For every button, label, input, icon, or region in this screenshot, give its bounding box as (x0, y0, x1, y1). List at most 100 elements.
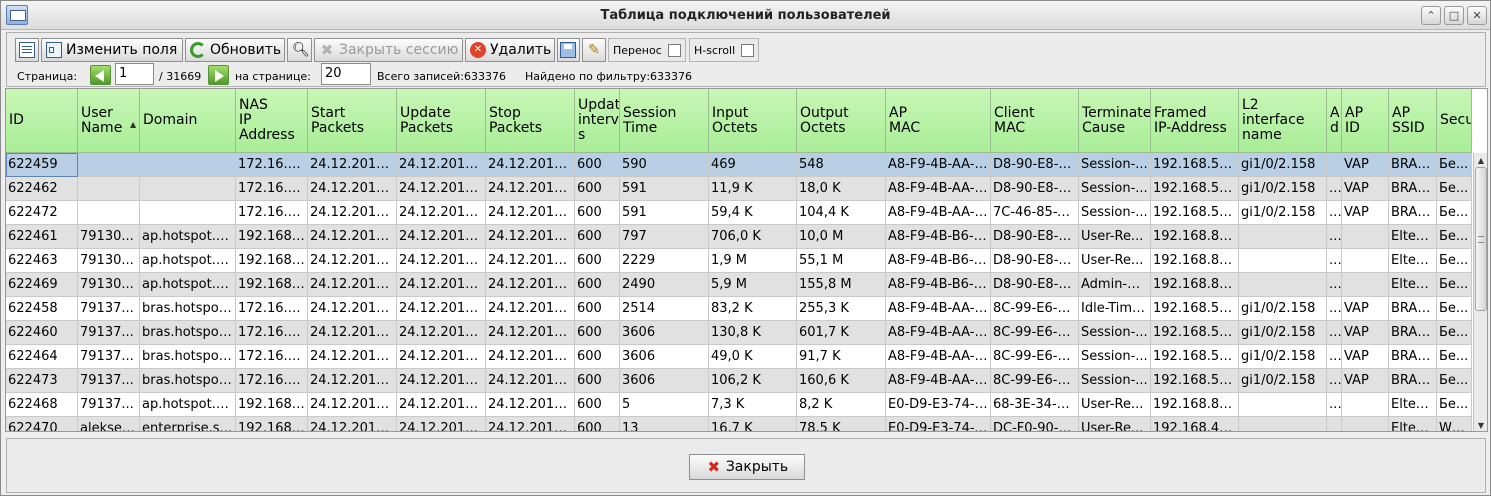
cell-stop-packets[interactable]: 24.12.2018... (486, 273, 575, 297)
close-button[interactable]: ✖ Закрыть (689, 454, 805, 480)
cell-input-octets[interactable]: 706,0 K (709, 225, 797, 249)
cell-client-mac[interactable]: 8C-99-E6-3... (991, 345, 1079, 369)
cell-update-packets[interactable]: 24.12.2018... (397, 393, 486, 417)
cell-l2-interface[interactable] (1239, 417, 1327, 431)
cell-security[interactable]: Бе... (1437, 201, 1472, 225)
cell-id[interactable]: 622462 (6, 177, 78, 201)
column-header-ap-mac[interactable]: AP MAC (886, 89, 991, 153)
table-row[interactable]: 622460 79137... bras.hotspot... 172.16.0...… (6, 321, 1472, 345)
cell-ad[interactable]: ... (1327, 273, 1342, 297)
cell-security[interactable]: Бе... (1437, 225, 1472, 249)
search-button[interactable]: 🔍︎ (287, 38, 312, 62)
cell-ap-mac[interactable]: A8-F9-4B-AA-5... (886, 297, 991, 321)
title-bar[interactable]: Таблица подключений пользователей ⌃ □ ✕ (1, 1, 1490, 30)
cell-session-time[interactable]: 590 (620, 153, 709, 177)
cell-id[interactable]: 622461 (6, 225, 78, 249)
cell-framed-ip[interactable]: 192.168.53... (1151, 321, 1239, 345)
column-header-update-interval[interactable]: Updat interv s (575, 89, 620, 153)
cell-ad[interactable]: ... (1327, 225, 1342, 249)
cell-input-octets[interactable]: 83,2 K (709, 297, 797, 321)
cell-ad[interactable]: ... (1327, 393, 1342, 417)
cell-output-octets[interactable]: 548 (797, 153, 886, 177)
cell-start-packets[interactable]: 24.12.2018... (308, 417, 397, 431)
cell-nas-ip[interactable]: 172.16.0... (236, 177, 308, 201)
cell-security[interactable]: Бе... (1437, 369, 1472, 393)
cell-domain[interactable] (140, 177, 236, 201)
cell-security[interactable]: Бе... (1437, 249, 1472, 273)
cell-client-mac[interactable]: 7C-46-85-B... (991, 201, 1079, 225)
cell-ap-id[interactable]: VAP (1342, 297, 1389, 321)
cell-input-octets[interactable]: 11,9 K (709, 177, 797, 201)
cell-nas-ip[interactable]: 172.16.0... (236, 153, 308, 177)
cell-ap-mac[interactable]: A8-F9-4B-B6-0... (886, 273, 991, 297)
cell-nas-ip[interactable]: 192.168.... (236, 417, 308, 431)
cell-input-octets[interactable]: 130,8 K (709, 321, 797, 345)
refresh-button[interactable]: Обновить (185, 38, 285, 62)
cell-update-packets[interactable]: 24.12.2018... (397, 225, 486, 249)
cell-ap-ssid[interactable]: BRAS... (1389, 321, 1437, 345)
cell-ad[interactable]: ... (1327, 297, 1342, 321)
cell-ad[interactable] (1327, 417, 1342, 431)
table-row[interactable]: 622462 172.16.0... 24.12.2018... 24.12.2018… (6, 177, 1472, 201)
table-row[interactable]: 622469 79130... ap.hotspot.s... 192.168....… (6, 273, 1472, 297)
cell-user-name[interactable]: 79130... (78, 225, 140, 249)
cell-id[interactable]: 622459 (6, 153, 78, 177)
cell-update-packets[interactable]: 24.12.2018... (397, 345, 486, 369)
cell-ad[interactable]: ... (1327, 369, 1342, 393)
column-header-ap-ssid[interactable]: AP SSID (1389, 89, 1437, 153)
cell-ap-mac[interactable]: A8-F9-4B-B6-0... (886, 225, 991, 249)
cell-ad[interactable]: ... (1327, 345, 1342, 369)
cell-domain[interactable]: ap.hotspot.s... (140, 249, 236, 273)
cell-stop-packets[interactable]: 24.12.2018... (486, 321, 575, 345)
column-header-framed-ip[interactable]: Framed IP-Address (1151, 89, 1239, 153)
cell-client-mac[interactable]: 8C-99-E6-3... (991, 321, 1079, 345)
cell-start-packets[interactable]: 24.12.2018... (308, 369, 397, 393)
table-row[interactable]: 622461 79130... ap.hotspot.s... 192.168....… (6, 225, 1472, 249)
cell-ap-mac[interactable]: E0-D9-E3-74-8... (886, 393, 991, 417)
cell-l2-interface[interactable]: gi1/0/2.158 (1239, 177, 1327, 201)
cell-input-octets[interactable]: 1,9 M (709, 249, 797, 273)
cell-framed-ip[interactable]: 192.168.53... (1151, 369, 1239, 393)
cell-ad[interactable]: ... (1327, 201, 1342, 225)
cell-id[interactable]: 622463 (6, 249, 78, 273)
cell-ap-ssid[interactable]: Eltex... (1389, 249, 1437, 273)
cell-output-octets[interactable]: 8,2 K (797, 393, 886, 417)
cell-ap-mac[interactable]: A8-F9-4B-AA-5... (886, 369, 991, 393)
cell-user-name[interactable]: 79137... (78, 297, 140, 321)
cell-update-interval[interactable]: 600 (575, 321, 620, 345)
cell-framed-ip[interactable]: 192.168.40... (1151, 417, 1239, 431)
close-session-button[interactable]: ✖ Закрыть сессию (314, 38, 463, 62)
cell-session-time[interactable]: 13 (620, 417, 709, 431)
cell-input-octets[interactable]: 59,4 K (709, 201, 797, 225)
cell-client-mac[interactable]: D8-90-E8-1... (991, 249, 1079, 273)
column-header-output-octets[interactable]: Output Octets (797, 89, 886, 153)
cell-framed-ip[interactable]: 192.168.53... (1151, 297, 1239, 321)
cell-session-time[interactable]: 797 (620, 225, 709, 249)
cell-input-octets[interactable]: 49,0 K (709, 345, 797, 369)
column-header-security[interactable]: Secu (1437, 89, 1472, 153)
close-window-icon[interactable]: ✕ (1467, 6, 1487, 25)
table-row[interactable]: 622468 79137... ap.hotspot.s... 192.168....… (6, 393, 1472, 417)
cell-output-octets[interactable]: 55,1 M (797, 249, 886, 273)
cell-domain[interactable] (140, 153, 236, 177)
cell-nas-ip[interactable]: 172.16.0... (236, 369, 308, 393)
cell-input-octets[interactable]: 469 (709, 153, 797, 177)
cell-start-packets[interactable]: 24.12.2018... (308, 345, 397, 369)
cell-domain[interactable]: ap.hotspot.s... (140, 225, 236, 249)
column-header-ap-id[interactable]: AP ID (1342, 89, 1389, 153)
cell-ap-id[interactable]: VAP (1342, 201, 1389, 225)
cell-framed-ip[interactable]: 192.168.53... (1151, 345, 1239, 369)
cell-update-packets[interactable]: 24.12.2018... (397, 273, 486, 297)
cell-ap-ssid[interactable]: BRAS... (1389, 369, 1437, 393)
cell-l2-interface[interactable] (1239, 273, 1327, 297)
cell-stop-packets[interactable]: 24.12.2018... (486, 393, 575, 417)
wrap-checkbox[interactable] (667, 43, 681, 57)
cell-start-packets[interactable]: 24.12.2018... (308, 249, 397, 273)
cell-ap-ssid[interactable]: Eltex... (1389, 393, 1437, 417)
cell-update-packets[interactable]: 24.12.2018... (397, 249, 486, 273)
column-header-start-packets[interactable]: Start Packets (308, 89, 397, 153)
cell-nas-ip[interactable]: 192.168.... (236, 273, 308, 297)
cell-ap-mac[interactable]: A8-F9-4B-AA-5... (886, 345, 991, 369)
edit-fields-button[interactable]: Изменить поля (41, 38, 183, 62)
cell-client-mac[interactable]: 8C-99-E6-3... (991, 297, 1079, 321)
